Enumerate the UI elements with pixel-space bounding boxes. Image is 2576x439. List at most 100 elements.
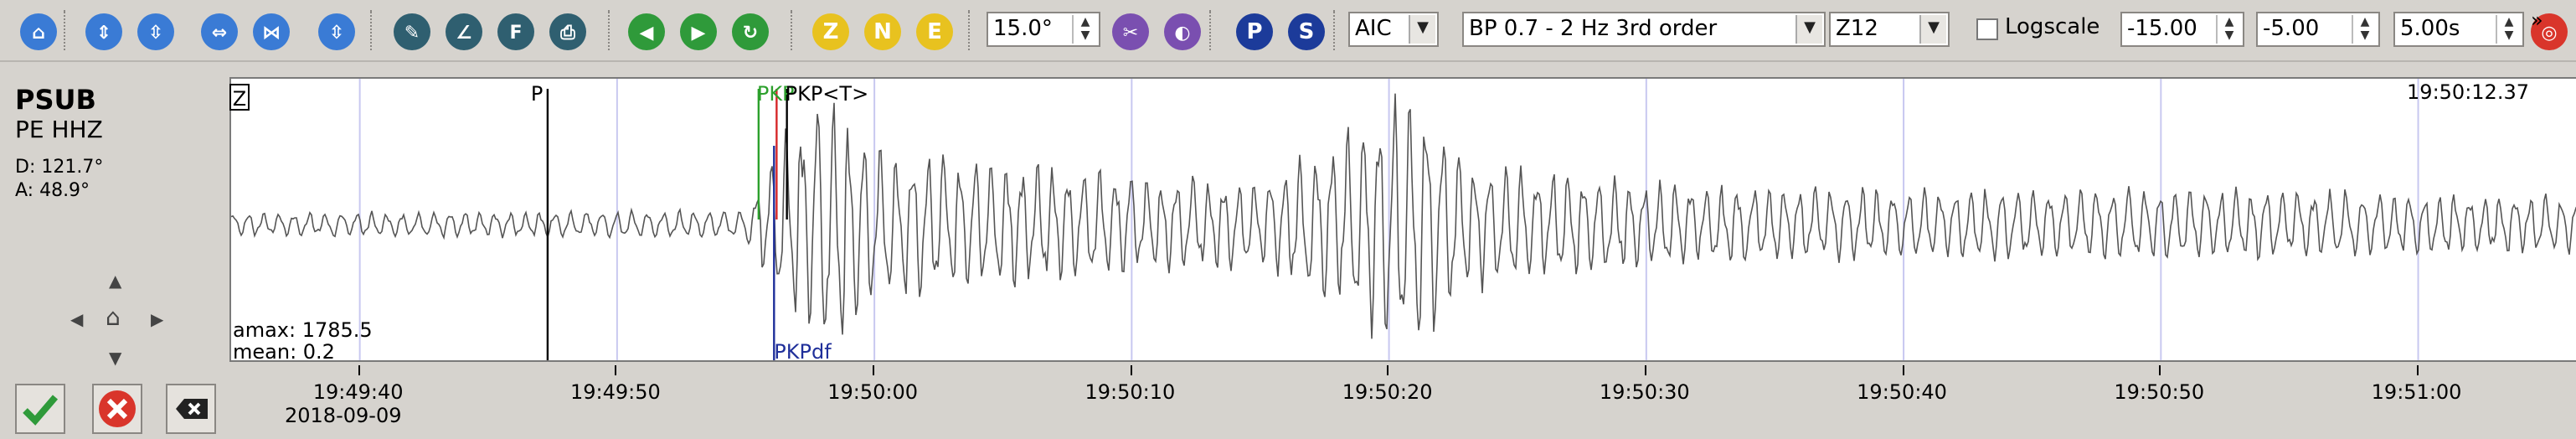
axis-time-label: 19:50:30: [1599, 380, 1690, 404]
refresh-icon: ↻: [732, 13, 769, 50]
axis-time-label: 19:50:20: [1342, 380, 1433, 404]
p-phase-button[interactable]: P: [1229, 7, 1276, 54]
rotation-field[interactable]: 15.0° ▲ ▼: [987, 12, 1100, 47]
arrow-up-icon[interactable]: ▲: [109, 274, 121, 292]
fit-horizontal-icon: ⇔: [201, 13, 238, 50]
axis-time-label: 19:49:50: [569, 380, 661, 404]
home-button[interactable]: ⌂: [13, 7, 60, 54]
p-phase-icon: P: [1236, 13, 1273, 50]
amax-label: amax: 1785.5: [233, 318, 373, 342]
picker-method-select[interactable]: AIC ▼: [1348, 12, 1439, 47]
edit-filter-icon: ✂: [1112, 13, 1149, 50]
scale-vertical-button[interactable]: ⇳: [312, 7, 358, 54]
pick-pencil-button[interactable]: ✎: [387, 7, 434, 54]
toolbar-separator: [968, 10, 973, 50]
scale-vertical-icon: ⇳: [318, 13, 355, 50]
shrink-vertical-icon: ⇳: [137, 13, 174, 50]
axis-tick: [1130, 365, 1132, 375]
toolbar-separator: [370, 10, 375, 50]
s-phase-icon: S: [1288, 13, 1325, 50]
go-right-icon: ▶: [680, 13, 717, 50]
refresh-button[interactable]: ↻: [725, 7, 772, 54]
fit-vertical-icon: ⇕: [85, 13, 122, 50]
picker-method-value: AIC: [1355, 17, 1392, 42]
max-spinner[interactable]: ▲ ▼: [2352, 15, 2377, 44]
azimuth: A: 48.9°: [15, 179, 90, 201]
axis-tick: [1387, 365, 1389, 375]
accept-button[interactable]: [15, 384, 65, 434]
axis-tick: [2416, 365, 2419, 375]
toolbar-separator: [608, 10, 613, 50]
component-e-button[interactable]: E: [909, 7, 956, 54]
waveform-svg: [231, 79, 2576, 360]
axis-time-label: 19:50:00: [827, 380, 918, 404]
filter-value: BP 0.7 - 2 Hz 3rd order: [1469, 17, 1718, 42]
window-spinner[interactable]: ▲ ▼: [2496, 15, 2521, 44]
home-icon: ⌂: [20, 13, 57, 50]
go-left-icon: ◀: [628, 13, 665, 50]
shrink-horizontal-button[interactable]: ⋈: [246, 7, 293, 54]
pick-pencil-icon: ✎: [394, 13, 430, 50]
pick-label: PKP<T>: [785, 82, 869, 106]
pick-label: P: [530, 82, 544, 106]
go-right-button[interactable]: ▶: [673, 7, 720, 54]
chevron-down-icon: ▼: [1795, 15, 1822, 44]
date-label: 2018-09-09: [285, 404, 402, 427]
reject-icon: [99, 390, 136, 427]
toolbar: ⌂ ⇕ ⇳ ⇔ ⋈ ⇳ ✎ ∠ F ⎙ ◀ ▶ ↻ Z N E ✂ ◐ P S ◎ 15.0° ▲ ▼ AIC ▼ BP …: [0, 0, 2576, 62]
angle-button[interactable]: ∠: [439, 7, 486, 54]
logscale-label: Logscale: [2005, 15, 2100, 40]
window-value-field[interactable]: 5.00s ▲ ▼: [2393, 12, 2524, 47]
more-button[interactable]: »: [2531, 8, 2543, 32]
mean-label: mean: 0.2: [233, 340, 335, 364]
channel-select[interactable]: Z12 ▼: [1829, 12, 1950, 47]
edit-filter-button[interactable]: ✂: [1105, 7, 1152, 54]
axis-tick: [358, 365, 360, 375]
theme-icon: ◐: [1164, 13, 1201, 50]
reject-button[interactable]: [92, 384, 142, 434]
axis-tick: [615, 365, 617, 375]
s-phase-button[interactable]: S: [1281, 7, 1328, 54]
arrow-right-icon[interactable]: ▶: [151, 312, 163, 330]
theme-button[interactable]: ◐: [1157, 7, 1204, 54]
fit-vertical-button[interactable]: ⇕: [79, 7, 126, 54]
filter-select[interactable]: BP 0.7 - 2 Hz 3rd order ▼: [1462, 12, 1826, 47]
axis-time-label: 19:50:10: [1084, 380, 1176, 404]
max-value-field[interactable]: -5.00 ▲ ▼: [2256, 12, 2380, 47]
component-n-button[interactable]: N: [858, 7, 904, 54]
home-icon[interactable]: ⌂: [106, 307, 121, 330]
axis-time-label: 19:51:00: [2371, 380, 2462, 404]
component-badge: Z: [229, 84, 250, 111]
filter-button[interactable]: F: [491, 7, 538, 54]
printer-icon: ⎙: [549, 13, 586, 50]
component-z-button[interactable]: Z: [806, 7, 853, 54]
window-value: 5.00s: [2400, 17, 2460, 42]
printer-button[interactable]: ⎙: [543, 7, 590, 54]
rotation-value: 15.0°: [993, 17, 1053, 42]
end-time: 19:50:12.37: [2407, 80, 2529, 104]
arrow-down-icon[interactable]: ▼: [109, 351, 121, 369]
clear-icon: [176, 399, 208, 419]
shrink-vertical-button[interactable]: ⇳: [131, 7, 178, 54]
min-value-field[interactable]: -15.00 ▲ ▼: [2120, 12, 2244, 47]
axis-time-label: 19:49:40: [312, 380, 404, 404]
component-n-label: N: [864, 13, 901, 50]
rotation-spinner[interactable]: ▲ ▼: [1072, 15, 1097, 44]
axis-time-label: 19:50:40: [1857, 380, 1947, 404]
waveform-plot[interactable]: [229, 77, 2576, 362]
clear-button[interactable]: [166, 384, 216, 434]
go-left-button[interactable]: ◀: [621, 7, 668, 54]
arrow-left-icon[interactable]: ◀: [70, 312, 83, 330]
logscale-checkbox[interactable]: [1976, 18, 1998, 40]
angle-icon: ∠: [446, 13, 482, 50]
shrink-horizontal-icon: ⋈: [253, 13, 290, 50]
fit-horizontal-button[interactable]: ⇔: [194, 7, 241, 54]
component-z-label: Z: [812, 13, 849, 50]
toolbar-separator: [64, 10, 69, 50]
waveform-trace: [231, 93, 2576, 339]
toolbar-separator: [791, 10, 796, 50]
min-spinner[interactable]: ▲ ▼: [2216, 15, 2241, 44]
accept-icon: [23, 395, 59, 426]
component-e-label: E: [916, 13, 953, 50]
toolbar-separator: [1209, 10, 1214, 50]
